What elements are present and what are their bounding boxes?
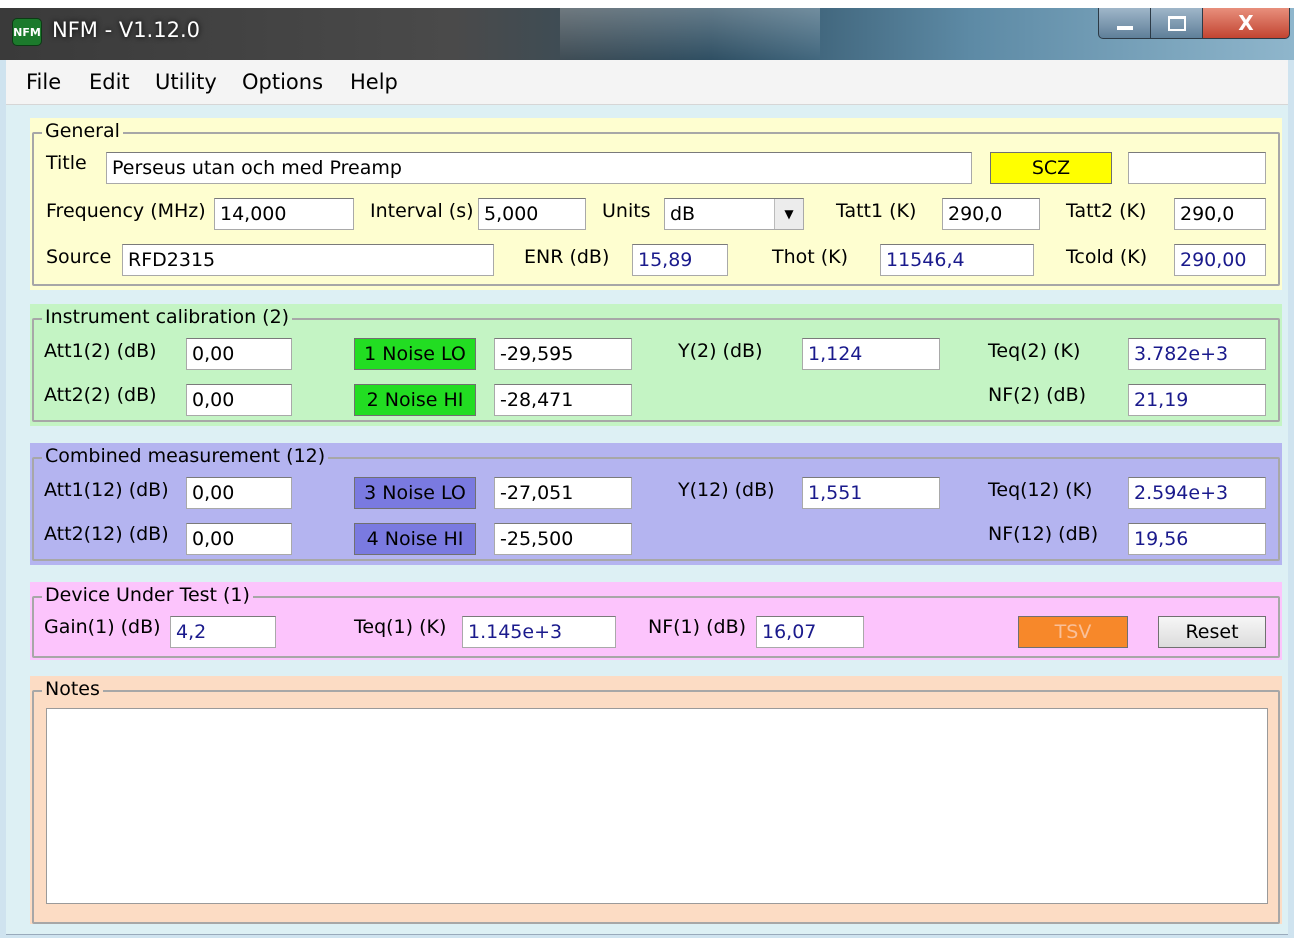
tatt2-label: Tatt2 (K) [1066,200,1147,222]
close-button[interactable]: X [1202,8,1290,39]
menu-utility[interactable]: Utility [155,70,217,94]
noise-lo-1-button[interactable]: 1 Noise LO [354,338,476,370]
tsv-button[interactable]: TSV [1018,616,1128,648]
noise-hi-4-button[interactable]: 4 Noise HI [354,523,476,555]
combined-legend: Combined measurement (12) [42,445,329,467]
scz-button[interactable]: SCZ [990,152,1112,184]
dut-legend: Device Under Test (1) [42,584,253,606]
general-legend: General [42,120,123,142]
thot-field[interactable]: 11546,4 [880,244,1034,276]
att1-12-label: Att1(12) (dB) [44,479,169,501]
tatt1-field[interactable]: 290,0 [942,198,1040,230]
att1-2-label: Att1(2) (dB) [44,340,157,362]
maximize-icon [1168,15,1186,31]
att1-2-field[interactable]: 0,00 [186,338,292,370]
notes-legend: Notes [42,678,103,700]
scz-field[interactable] [1128,152,1266,184]
maximize-button[interactable] [1150,8,1204,39]
chevron-down-icon[interactable]: ▼ [774,199,803,229]
teq1-field[interactable]: 1.145e+3 [462,616,616,648]
nf1-field[interactable]: 16,07 [756,616,864,648]
tcold-label: Tcold (K) [1066,246,1148,268]
noise-hi-2-button[interactable]: 2 Noise HI [354,384,476,416]
device-under-test-panel: Device Under Test (1) Gain(1) (dB) 4,2 T… [30,582,1282,660]
instrument-legend: Instrument calibration (2) [42,306,293,328]
y12-field[interactable]: 1,551 [802,477,940,509]
window-title: NFM - V1.12.0 [52,18,200,42]
teq12-label: Teq(12) (K) [988,479,1093,501]
y2-field[interactable]: 1,124 [802,338,940,370]
noise-lo-3-button[interactable]: 3 Noise LO [354,477,476,509]
noise-lo-3-field[interactable]: -27,051 [494,477,632,509]
thot-label: Thot (K) [772,246,849,268]
menu-help[interactable]: Help [350,70,398,94]
enr-label: ENR (dB) [524,246,610,268]
gain1-field[interactable]: 4,2 [170,616,276,648]
tatt1-label: Tatt1 (K) [836,200,917,222]
units-label: Units [602,200,651,222]
nf12-label: NF(12) (dB) [988,523,1099,545]
enr-field[interactable]: 15,89 [632,244,728,276]
att2-2-field[interactable]: 0,00 [186,384,292,416]
source-field[interactable]: RFD2315 [122,244,494,276]
notes-panel: Notes [30,676,1282,924]
att2-12-label: Att2(12) (dB) [44,523,169,545]
teq12-field[interactable]: 2.594e+3 [1128,477,1266,509]
noise-hi-4-field[interactable]: -25,500 [494,523,632,555]
notes-textarea[interactable] [46,708,1268,904]
instrument-calibration-panel: Instrument calibration (2) Att1(2) (dB) … [30,304,1282,426]
combined-measurement-panel: Combined measurement (12) Att1(12) (dB) … [30,443,1282,565]
tatt2-field[interactable]: 290,0 [1174,198,1266,230]
y2-label: Y(2) (dB) [678,340,763,362]
noise-hi-2-field[interactable]: -28,471 [494,384,632,416]
y12-label: Y(12) (dB) [678,479,775,501]
nf2-label: NF(2) (dB) [988,384,1087,406]
menu-edit[interactable]: Edit [89,70,130,94]
frequency-label: Frequency (MHz) [46,200,206,222]
att1-12-field[interactable]: 0,00 [186,477,292,509]
units-value: dB [670,203,696,225]
teq1-label: Teq(1) (K) [354,616,447,638]
interval-field[interactable]: 5,000 [478,198,586,230]
source-label: Source [46,246,112,268]
minimize-button[interactable] [1098,8,1152,39]
reset-button[interactable]: Reset [1158,616,1266,648]
noise-lo-1-field[interactable]: -29,595 [494,338,632,370]
menu-file[interactable]: File [26,70,61,94]
general-panel: General Title Perseus utan och med Pream… [30,118,1282,290]
nf1-label: NF(1) (dB) [648,616,747,638]
title-label: Title [46,152,87,174]
att2-2-label: Att2(2) (dB) [44,384,157,406]
teq2-field[interactable]: 3.782e+3 [1128,338,1266,370]
frequency-field[interactable]: 14,000 [214,198,354,230]
close-icon: X [1238,11,1254,35]
minimize-icon [1117,26,1133,30]
app-icon[interactable]: NFM [12,18,42,46]
nf12-field[interactable]: 19,56 [1128,523,1266,555]
menu-options[interactable]: Options [242,70,323,94]
gain1-label: Gain(1) (dB) [44,616,161,638]
tcold-field[interactable]: 290,00 [1174,244,1266,276]
att2-12-field[interactable]: 0,00 [186,523,292,555]
nf2-field[interactable]: 21,19 [1128,384,1266,416]
teq2-label: Teq(2) (K) [988,340,1081,362]
title-field[interactable]: Perseus utan och med Preamp [106,152,972,184]
units-dropdown[interactable]: dB ▼ [664,198,804,230]
interval-label: Interval (s) [370,200,474,222]
